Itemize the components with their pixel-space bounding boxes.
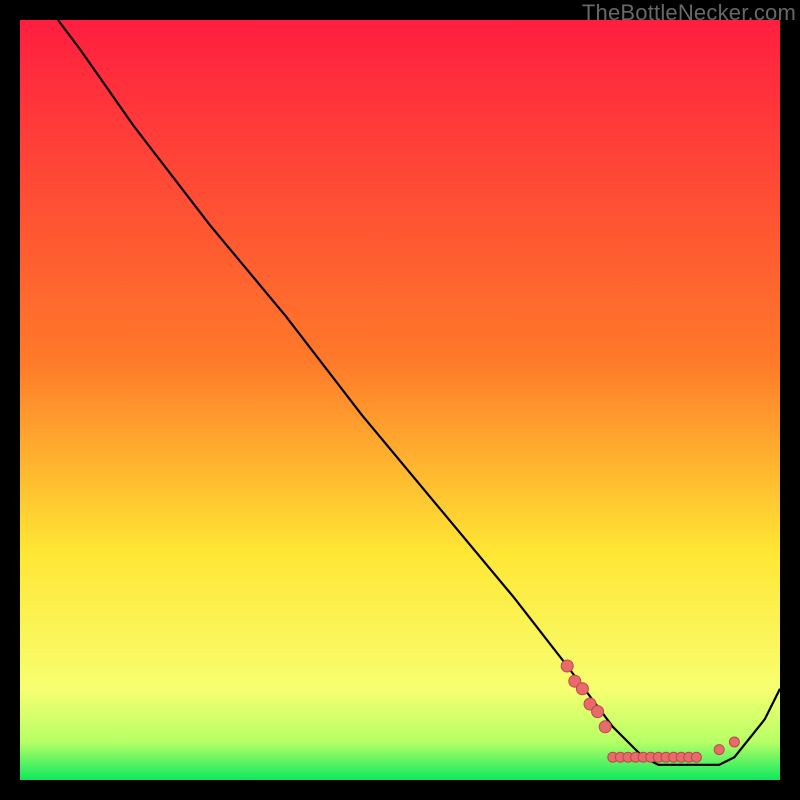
chart-svg (20, 20, 780, 780)
data-marker (561, 660, 573, 672)
plot-area (20, 20, 780, 780)
chart-container: TheBottleNecker.com (0, 0, 800, 800)
data-marker (576, 683, 588, 695)
data-marker (592, 706, 604, 718)
data-marker (714, 745, 724, 755)
data-marker (599, 721, 611, 733)
gradient-background (20, 20, 780, 780)
data-marker (729, 737, 739, 747)
watermark-text: TheBottleNecker.com (582, 0, 796, 26)
data-marker (691, 752, 701, 762)
